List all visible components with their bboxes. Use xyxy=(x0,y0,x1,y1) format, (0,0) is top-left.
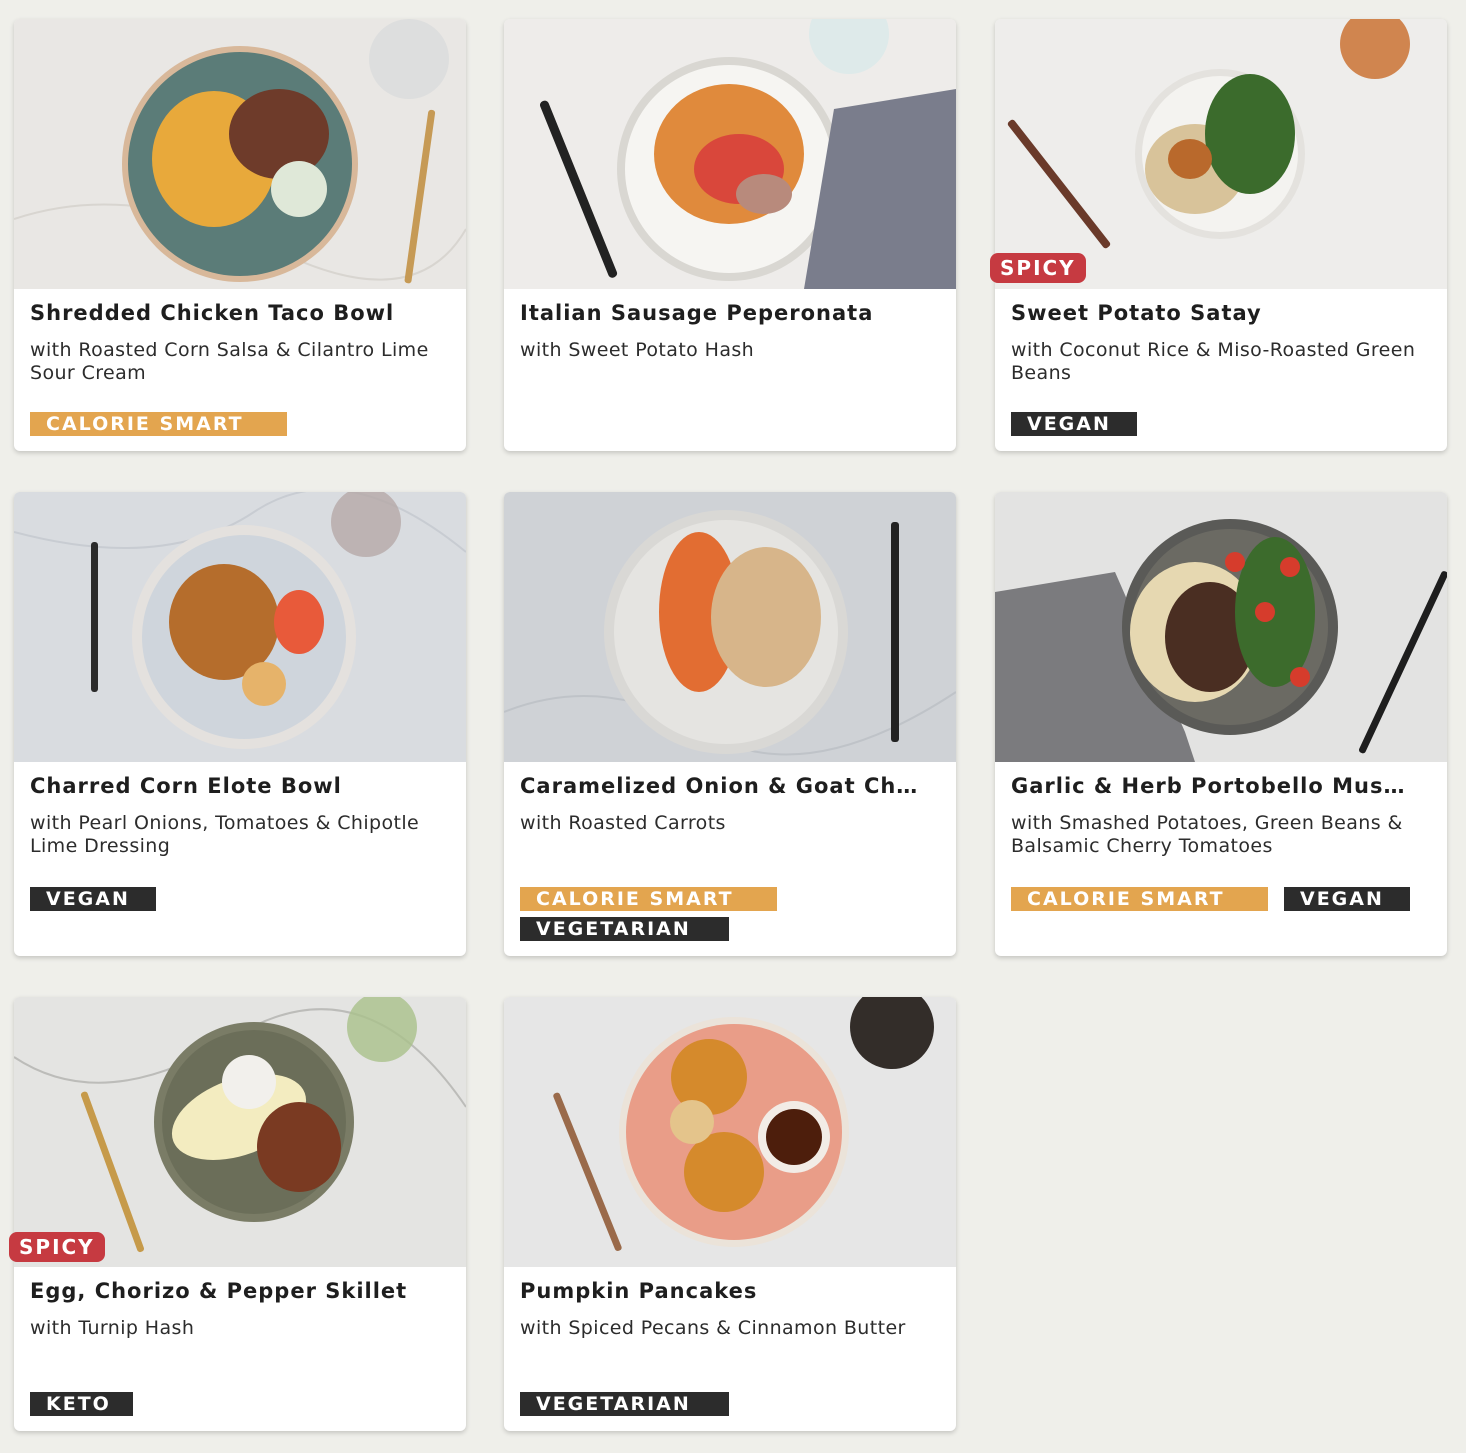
meal-photo[interactable] xyxy=(14,997,466,1267)
meal-subtitle: with Coconut Rice & Miso-Roasted Green B… xyxy=(1011,339,1416,384)
meal-photo[interactable] xyxy=(14,19,466,289)
meal-subtitle: with Pearl Onions, Tomatoes & Chipotle L… xyxy=(30,812,420,857)
meal-subtitle: with Spiced Pecans & Cinnamon Butter xyxy=(520,1317,906,1339)
calorie-smart-tag: CALORIE SMART xyxy=(30,412,287,436)
meal-title[interactable]: Caramelized Onion & Goat Ch… xyxy=(520,774,940,798)
meal-card[interactable]: Garlic & Herb Portobello Mus… with Smash… xyxy=(995,492,1447,956)
calorie-smart-tag: CALORIE SMART xyxy=(520,887,777,911)
meal-photo[interactable] xyxy=(504,19,956,289)
meal-title[interactable]: Egg, Chorizo & Pepper Skillet xyxy=(30,1279,450,1303)
meal-card[interactable]: Italian Sausage Peperonata with Sweet Po… xyxy=(504,19,956,451)
meal-photo[interactable] xyxy=(14,492,466,762)
meal-card[interactable]: Sweet Potato Satay with Coconut Rice & M… xyxy=(995,19,1447,451)
meal-photo[interactable] xyxy=(504,492,956,762)
vegan-tag: VEGAN xyxy=(30,887,156,911)
meal-title[interactable]: Charred Corn Elote Bowl xyxy=(30,774,450,798)
meal-title[interactable]: Shredded Chicken Taco Bowl xyxy=(30,301,450,325)
meal-photo[interactable] xyxy=(995,19,1447,289)
meal-subtitle: with Smashed Potatoes, Green Beans & Bal… xyxy=(1011,812,1403,857)
vegetarian-tag: VEGETARIAN xyxy=(520,1392,729,1416)
meal-card[interactable]: Shredded Chicken Taco Bowl with Roasted … xyxy=(14,19,466,451)
meal-title[interactable]: Pumpkin Pancakes xyxy=(520,1279,940,1303)
meal-card[interactable]: Caramelized Onion & Goat Ch… with Roaste… xyxy=(504,492,956,956)
meal-card[interactable]: Charred Corn Elote Bowl with Pearl Onion… xyxy=(14,492,466,956)
spicy-badge: SPICY xyxy=(990,253,1086,283)
meal-photo[interactable] xyxy=(995,492,1447,762)
meal-subtitle: with Roasted Carrots xyxy=(520,812,726,834)
calorie-smart-tag: CALORIE SMART xyxy=(1011,887,1268,911)
meal-card[interactable]: Egg, Chorizo & Pepper Skillet with Turni… xyxy=(14,997,466,1431)
meal-subtitle: with Sweet Potato Hash xyxy=(520,339,755,361)
meal-subtitle: with Turnip Hash xyxy=(30,1317,195,1339)
meal-subtitle: with Roasted Corn Salsa & Cilantro Lime … xyxy=(30,339,429,384)
spicy-badge: SPICY xyxy=(9,1232,105,1262)
meal-title[interactable]: Sweet Potato Satay xyxy=(1011,301,1431,325)
meal-photo[interactable] xyxy=(504,997,956,1267)
vegan-tag: VEGAN xyxy=(1011,412,1137,436)
meal-card[interactable]: Pumpkin Pancakes with Spiced Pecans & Ci… xyxy=(504,997,956,1431)
vegan-tag: VEGAN xyxy=(1284,887,1410,911)
keto-tag: KETO xyxy=(30,1392,133,1416)
meal-title[interactable]: Garlic & Herb Portobello Mus… xyxy=(1011,774,1431,798)
vegetarian-tag: VEGETARIAN xyxy=(520,917,729,941)
meal-title[interactable]: Italian Sausage Peperonata xyxy=(520,301,940,325)
